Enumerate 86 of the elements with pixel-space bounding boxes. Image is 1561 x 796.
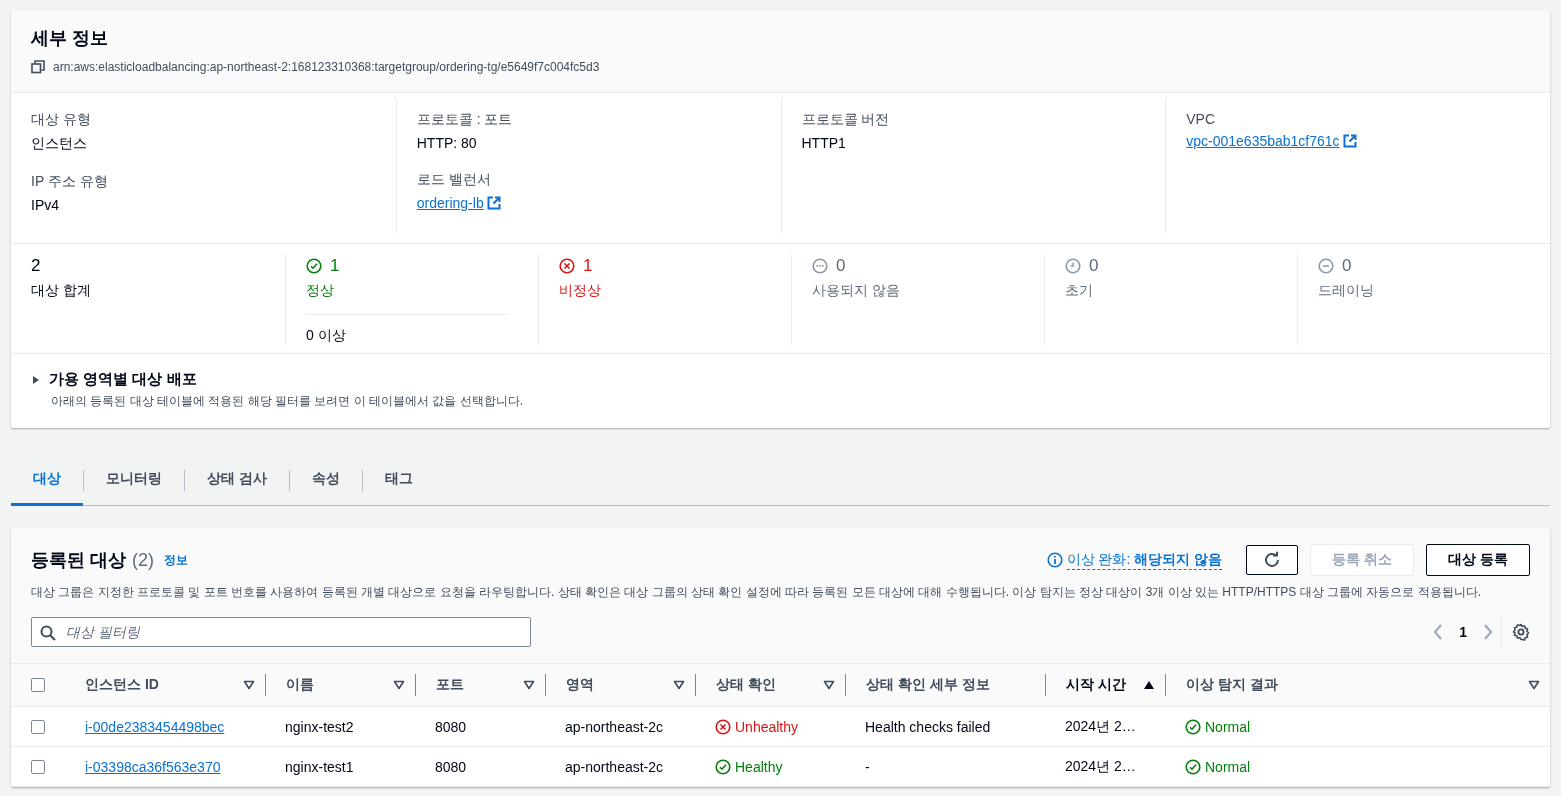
field-label: IP 주소 유형 xyxy=(31,173,109,191)
info-link[interactable]: 정보 xyxy=(164,551,188,569)
tab[interactable]: 모니터링 xyxy=(84,458,184,506)
count-label: 정상 xyxy=(306,282,335,300)
panel-title: 세부 정보 xyxy=(31,27,109,50)
copy-icon[interactable] xyxy=(31,60,45,74)
table-cell: nginx-test1 xyxy=(285,758,354,775)
sort-triangle-icon[interactable] xyxy=(673,680,685,690)
anomaly-status: Normal xyxy=(1205,718,1251,735)
check-circle-icon xyxy=(1185,758,1201,775)
instance-link[interactable]: i-00de2383454498bec xyxy=(85,718,225,735)
field-value: IPv4 xyxy=(31,197,60,213)
section-description: 아래의 등록된 대상 테이블에 적용된 해당 필터를 보려면 이 테이블에서 값을 선택합니다. xyxy=(51,393,524,410)
field-label: 프로토콜 버전 xyxy=(801,111,891,129)
tab[interactable]: 태그 xyxy=(362,458,435,506)
sort-ascending-icon[interactable] xyxy=(1143,680,1155,690)
count-value: 0 xyxy=(1342,256,1352,276)
count-value: 1 xyxy=(583,256,593,276)
sort-triangle-icon[interactable] xyxy=(823,680,835,690)
refresh-button[interactable] xyxy=(1246,545,1299,575)
panel-title: 등록된 대상 xyxy=(31,549,126,572)
mitigation-link[interactable]: 이상 완화: 해당되지 않음 xyxy=(1066,550,1223,570)
page-number[interactable]: 1 xyxy=(1459,624,1467,640)
minus-circle-icon xyxy=(1318,258,1334,274)
filter-field[interactable]: 대상 필터링 xyxy=(31,617,531,647)
resource-link[interactable]: vpc-001e635bab1cf761c xyxy=(1186,133,1340,149)
count-value: 2 xyxy=(31,256,41,276)
clock-icon xyxy=(1065,258,1081,274)
refresh-icon xyxy=(1263,551,1282,569)
health-status: Unhealthy xyxy=(735,718,799,735)
tab[interactable]: 상태 검사 xyxy=(185,458,289,506)
section-title[interactable]: 가용 영역별 대상 배포 xyxy=(49,370,197,389)
caret-right-icon[interactable] xyxy=(31,374,41,385)
field-value: HTTP: 80 xyxy=(416,135,478,151)
resource-link[interactable]: ordering-lb xyxy=(416,195,484,211)
field-label: VPC xyxy=(1186,111,1217,127)
count-label: 대상 합계 xyxy=(31,282,92,300)
sort-triangle-icon[interactable] xyxy=(393,680,405,690)
target-count: (2) xyxy=(132,549,154,571)
settings-icon[interactable] xyxy=(1512,623,1530,641)
count-value: 1 xyxy=(330,256,340,276)
anomaly-count: 0 이상 xyxy=(306,327,346,343)
table-cell: 2024년 2… xyxy=(1065,717,1136,736)
panel-description: 대상 그룹은 지정한 프로토콜 및 포트 번호를 사용하여 등록된 개별 대상으로 요청을 라우팅합니다. 상태 확인은 대상 그룹의 상태 확인 설정에 따라 등록된 모든 대상에 대해 수행됩니다. 이상 탐지는 정상 대상이 3개 이상 있는 HTTP/HTTPS 대상 그룹에 자동으로 적용됩니다. xyxy=(31,584,1483,601)
check-circle-icon xyxy=(306,258,322,274)
row-checkbox[interactable] xyxy=(31,719,45,734)
field-value: 인스턴스 xyxy=(31,135,88,153)
field-value: HTTP1 xyxy=(801,135,847,151)
tab[interactable]: 대상 xyxy=(11,458,83,506)
table-cell: 2024년 2… xyxy=(1065,757,1136,776)
sort-triangle-icon[interactable] xyxy=(1528,680,1540,690)
count-label: 초기 xyxy=(1065,282,1094,300)
health-status: Healthy xyxy=(735,758,783,775)
count-value: 0 xyxy=(1089,256,1099,276)
field-label: 로드 밸런서 xyxy=(416,171,492,189)
table-cell: nginx-test2 xyxy=(285,718,354,735)
table-cell: ap-northeast-2c xyxy=(565,758,664,775)
count-label: 드레이닝 xyxy=(1318,282,1375,300)
external-link-icon xyxy=(486,196,501,210)
x-circle-icon xyxy=(559,258,575,274)
table-cell: ap-northeast-2c xyxy=(565,718,664,735)
info-icon xyxy=(1046,552,1063,568)
count-label: 사용되지 않음 xyxy=(812,282,901,300)
dots-circle-icon xyxy=(812,258,828,274)
tab[interactable]: 속성 xyxy=(289,458,362,506)
sort-triangle-icon[interactable] xyxy=(523,680,535,690)
select-all-checkbox[interactable] xyxy=(31,678,45,692)
external-link-icon xyxy=(1342,134,1357,148)
count-label: 비정상 xyxy=(559,282,602,300)
x-circle-icon xyxy=(715,718,731,735)
check-circle-icon xyxy=(1185,718,1201,735)
field-label: 프로토콜 : 포트 xyxy=(416,111,514,129)
table-cell: Health checks failed xyxy=(865,718,991,735)
sort-triangle-icon[interactable] xyxy=(243,680,255,690)
table-cell: 8080 xyxy=(435,758,467,775)
field-label: 대상 유형 xyxy=(31,111,92,129)
table-cell: - xyxy=(865,758,870,775)
check-circle-icon xyxy=(715,758,731,775)
arn-text: arn:aws:elasticloadbalancing:ap-northeast-2:168123310368:targetgroup/ordering-tg/e5649f7c004fc5d3 xyxy=(53,60,600,74)
table-cell: 8080 xyxy=(435,718,467,735)
instance-link[interactable]: i-03398ca36f563e370 xyxy=(85,758,221,775)
count-value: 0 xyxy=(836,256,846,276)
anomaly-status: Normal xyxy=(1205,758,1251,775)
row-checkbox[interactable] xyxy=(31,759,45,774)
action-button[interactable]: 대상 등록 xyxy=(1426,544,1530,576)
search-icon xyxy=(40,625,56,641)
